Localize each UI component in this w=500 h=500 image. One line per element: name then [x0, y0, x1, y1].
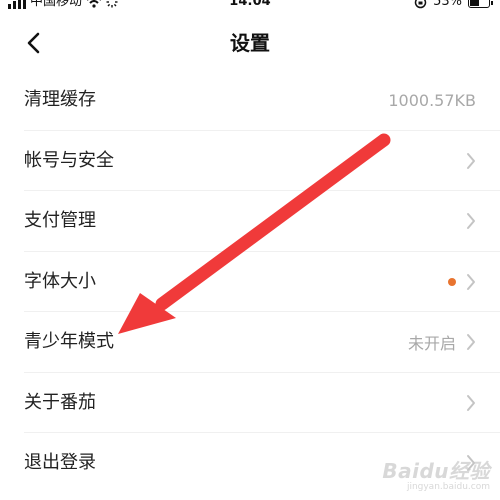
settings-page: 中国移动 14:04 53% 设置 清理缓存 1000.57KB 帐号与安全 支… [0, 0, 500, 500]
settings-row[interactable]: 字体大小 [24, 252, 500, 312]
new-indicator-dot [448, 277, 456, 286]
settings-row-right: 1000.57KB [388, 70, 476, 130]
settings-row-value: 未开启 [407, 334, 456, 353]
back-button[interactable] [18, 28, 48, 58]
status-bar: 中国移动 14:04 53% [0, 0, 500, 12]
settings-row-label: 支付管理 [24, 210, 96, 231]
header: 设置 [0, 20, 500, 66]
status-right: 53% [414, 0, 493, 12]
settings-row[interactable]: 支付管理 [24, 191, 500, 252]
rotation-lock-icon [414, 0, 427, 8]
watermark-logo: Baidu经验 [382, 459, 490, 483]
settings-row[interactable]: 关于番茄 [24, 373, 500, 433]
chevron-right-icon [466, 333, 476, 351]
settings-row-value: 1000.57KB [388, 90, 476, 110]
settings-row-label: 青少年模式 [24, 331, 114, 352]
battery-percent: 53% [433, 0, 462, 9]
settings-list: 清理缓存 1000.57KB 帐号与安全支付管理字体大小青少年模式 未开启关于番茄退出… [0, 70, 500, 494]
settings-row-right [466, 191, 476, 251]
chevron-right-icon [466, 212, 476, 230]
chevron-left-icon [27, 32, 40, 54]
settings-row-label: 清理缓存 [24, 89, 96, 110]
settings-row[interactable]: 清理缓存 1000.57KB [24, 70, 500, 131]
chevron-right-icon [466, 273, 476, 291]
settings-row-right [466, 373, 476, 433]
settings-row-label: 字体大小 [24, 270, 96, 292]
chevron-right-icon [466, 394, 476, 412]
chevron-right-icon [466, 152, 476, 170]
battery-fill [470, 0, 479, 6]
settings-row[interactable]: 帐号与安全 [24, 131, 500, 191]
settings-row-label: 帐号与安全 [24, 149, 114, 171]
page-title: 设置 [230, 31, 270, 55]
settings-row-right [448, 252, 476, 312]
settings-row-label: 退出登录 [24, 452, 96, 473]
settings-row-label: 关于番茄 [24, 391, 96, 413]
battery-icon [468, 0, 493, 8]
watermark-url: jingyan.baidu.com [406, 482, 490, 492]
baidu-watermark: Baidu经验 jingyan.baidu.com [382, 455, 490, 492]
settings-row[interactable]: 青少年模式 未开启 [24, 312, 500, 373]
settings-row-right: 未开启 [408, 312, 476, 372]
settings-row-right [466, 131, 476, 191]
